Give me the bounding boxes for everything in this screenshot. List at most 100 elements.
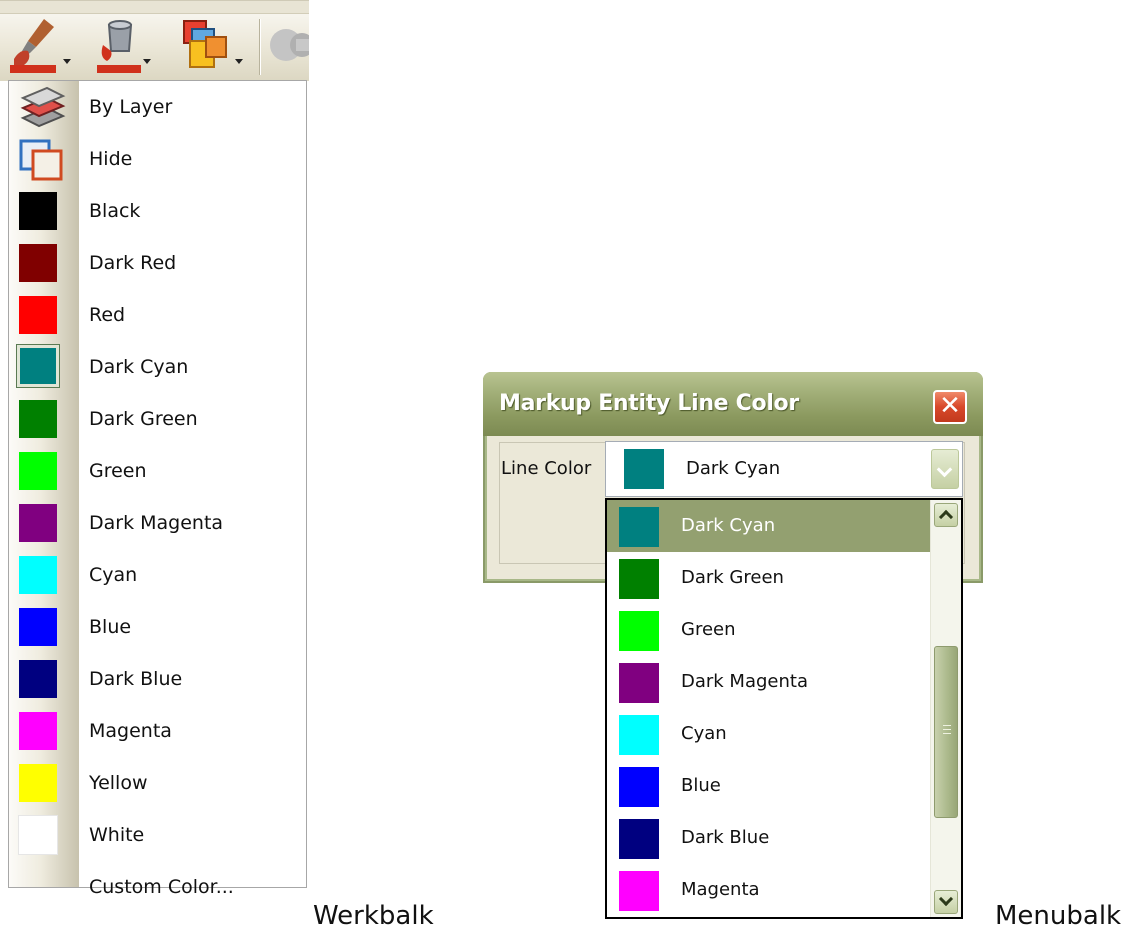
list-scrollbar[interactable]	[930, 500, 961, 917]
list-item[interactable]: Dark Cyan	[607, 500, 931, 552]
menu-item-label: Magenta	[89, 720, 172, 742]
color-swatch	[619, 767, 659, 807]
menu-item[interactable]: Hide	[9, 133, 306, 185]
list-item-label: Green	[681, 619, 736, 640]
color-swatch	[619, 871, 659, 911]
color-swatch	[19, 504, 57, 542]
color-swatch	[619, 819, 659, 859]
menu-item[interactable]: Green	[9, 445, 306, 497]
menu-item-label: Black	[89, 200, 141, 222]
list-item[interactable]: Green	[607, 604, 931, 656]
color-swatch	[19, 608, 57, 646]
color-swatch	[619, 715, 659, 755]
dialog-titlebar[interactable]: Markup Entity Line Color ✕	[483, 372, 983, 436]
list-item[interactable]: Dark Green	[607, 552, 931, 604]
menu-item-label: Dark Cyan	[89, 356, 189, 378]
color-swatch	[619, 611, 659, 651]
color-swatch	[619, 663, 659, 703]
menu-item[interactable]: By Layer	[9, 81, 306, 133]
scroll-up-button[interactable]	[934, 503, 958, 527]
color-swatch	[19, 764, 57, 802]
color-swatch	[19, 244, 57, 282]
color-swatch	[20, 348, 56, 384]
menu-item[interactable]: White	[9, 809, 306, 861]
color-swatch	[619, 559, 659, 599]
color-swatch	[19, 712, 57, 750]
color-swatch	[18, 815, 58, 855]
menu-item[interactable]: Custom Color...	[9, 861, 306, 913]
menu-item[interactable]: Red	[9, 289, 306, 341]
list-item[interactable]: Dark Blue	[607, 812, 931, 864]
scroll-down-button[interactable]	[934, 890, 958, 914]
menu-item-label: Blue	[89, 616, 132, 638]
toolbar-top-edge	[0, 1, 309, 14]
thumb-grip-icon	[943, 725, 951, 726]
list-item-label: Cyan	[681, 723, 727, 744]
chevron-down-icon	[936, 461, 953, 478]
chevron-up-icon	[938, 509, 954, 525]
selected-color-swatch	[624, 449, 664, 489]
chevron-down-icon[interactable]	[235, 59, 243, 64]
line-color-combobox[interactable]: Dark Cyan	[605, 441, 963, 497]
list-item-label: Blue	[681, 775, 721, 796]
fill-color-bucket-icon	[97, 20, 141, 73]
line-color-dropdown-list: Magenta Dark Blue Blue Cyan Dark Magenta Gree…	[605, 498, 963, 919]
dialog-title: Markup Entity Line Color	[499, 391, 799, 416]
menu-item-label: White	[89, 824, 145, 846]
menu-item[interactable]: Dark Cyan	[9, 341, 306, 393]
menu-item-label: Dark Red	[89, 252, 177, 274]
color-swatch	[19, 296, 57, 334]
menu-item-label: Custom Color...	[89, 876, 234, 898]
toolbar-color-menu: By Layer Hide Black Dark Red Red Dark Cyan Dar…	[8, 80, 307, 898]
menu-item-label: Green	[89, 460, 147, 482]
menu-item[interactable]: Dark Blue	[9, 653, 306, 705]
toolbar-separator	[259, 19, 261, 75]
list-item[interactable]: Dark Magenta	[607, 656, 931, 708]
menu-item-label: Yellow	[89, 772, 148, 794]
list-item-label: Dark Blue	[681, 827, 770, 848]
menu-item[interactable]: Blue	[9, 601, 306, 653]
color-layers-button[interactable]	[180, 15, 248, 75]
thumb-grip-icon	[943, 729, 951, 730]
menu-item[interactable]: Yellow	[9, 757, 306, 809]
tool-icon	[270, 29, 309, 61]
list-item-label: Dark Cyan	[681, 515, 776, 536]
thumb-grip-icon	[943, 733, 951, 734]
caption-menubalk: Menubalk	[995, 901, 1122, 931]
menu-item-label: Dark Green	[89, 408, 198, 430]
fill-color-button[interactable]	[95, 15, 157, 75]
menu-item-label: Cyan	[89, 564, 138, 586]
scrollbar-thumb[interactable]	[934, 646, 958, 818]
menu-item[interactable]: Dark Red	[9, 237, 306, 289]
menu-item-label: By Layer	[89, 96, 173, 118]
menu-item[interactable]: Cyan	[9, 549, 306, 601]
tool-button[interactable]	[266, 15, 309, 75]
color-layers-icon	[183, 20, 227, 68]
list-item-label: Magenta	[681, 879, 760, 900]
color-swatch	[19, 452, 57, 490]
by-layer-icon	[20, 86, 66, 128]
chevron-down-icon[interactable]	[63, 59, 71, 64]
close-icon: ✕	[939, 391, 961, 421]
list-item[interactable]: Blue	[607, 760, 931, 812]
menu-item[interactable]: Magenta	[9, 705, 306, 757]
list-item[interactable]: Cyan	[607, 708, 931, 760]
menu-item[interactable]: Dark Magenta	[9, 497, 306, 549]
caption-werkbalk: Werkbalk	[313, 901, 434, 931]
line-color-button[interactable]	[10, 15, 71, 75]
color-swatch	[19, 660, 57, 698]
color-swatch	[19, 556, 57, 594]
menu-item[interactable]: Black	[9, 185, 306, 237]
color-swatch	[19, 192, 57, 230]
chevron-down-icon	[938, 891, 954, 907]
combobox-dropdown-button[interactable]	[931, 449, 959, 489]
line-color-value: Dark Cyan	[686, 458, 781, 479]
color-swatch	[19, 400, 57, 438]
menu-item-label: Dark Blue	[89, 668, 183, 690]
chevron-down-icon[interactable]	[143, 59, 151, 64]
hide-icon	[19, 139, 63, 181]
toolbar	[0, 0, 309, 81]
menu-item[interactable]: Dark Green	[9, 393, 306, 445]
close-button[interactable]: ✕	[933, 390, 967, 424]
list-item[interactable]: Magenta	[607, 864, 931, 916]
